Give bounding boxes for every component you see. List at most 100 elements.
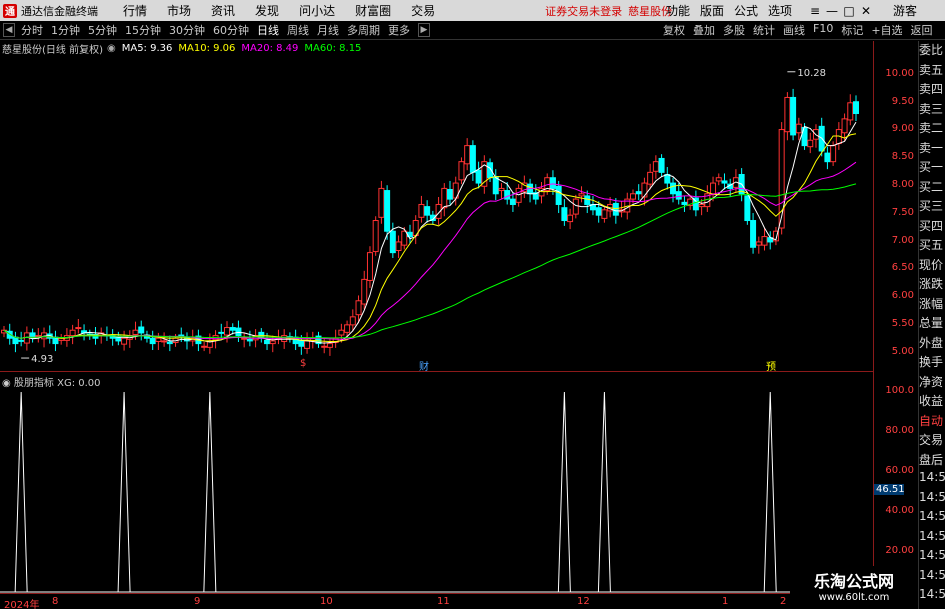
- candle-body: [121, 337, 128, 345]
- side-panel-item: 买五: [919, 238, 944, 252]
- candle-body: [790, 96, 797, 136]
- guest-login[interactable]: 游客: [893, 2, 917, 19]
- candle-body: [344, 324, 351, 333]
- candle-body: [584, 195, 591, 205]
- candle-body: [372, 220, 379, 253]
- candle-body: [69, 329, 76, 337]
- candle-body: [755, 241, 762, 246]
- date-tick: 9: [194, 596, 201, 607]
- side-panel-item: 卖三: [919, 101, 944, 116]
- side-panel-item: 外盘: [919, 335, 944, 350]
- candle-body: [807, 139, 814, 148]
- side-panel-item: 总量: [919, 316, 944, 330]
- side-panel-item: 14:56: [919, 509, 945, 523]
- high-price-label: 10.28: [797, 68, 826, 79]
- candle-body: [647, 171, 654, 185]
- side-panel-item: 盘后: [919, 452, 944, 467]
- candle-body: [269, 340, 276, 345]
- candle-body: [572, 198, 579, 215]
- candle-body: [241, 337, 248, 340]
- price-tick: 6.50: [891, 262, 914, 273]
- candle-body: [366, 252, 373, 281]
- side-panel-item: 买一: [919, 160, 944, 174]
- price-tick: 5.50: [891, 318, 914, 329]
- candle-body: [138, 326, 145, 334]
- watermark-url: www.60lt.com: [818, 592, 890, 603]
- candle-body: [235, 327, 242, 337]
- candle-body: [298, 339, 305, 347]
- candle-body: [629, 193, 636, 200]
- candle-body: [847, 102, 854, 121]
- candle-body: [498, 187, 505, 192]
- indicator-tick: 80.00: [885, 425, 914, 436]
- date-tick: 11: [437, 596, 450, 607]
- ma10-line: [3, 133, 857, 342]
- indicator-axis: 100.0 80.00 60.00 40.00 20.00: [873, 371, 918, 593]
- indicator-spike: [203, 391, 217, 593]
- candle-body: [567, 214, 574, 223]
- indicator-tick: 20.00: [885, 545, 914, 556]
- candle-body: [349, 316, 356, 326]
- side-panel-item: 14:56: [919, 567, 945, 582]
- price-tick: 10.00: [885, 68, 914, 79]
- candle-body: [469, 145, 476, 173]
- candle-body: [698, 203, 705, 208]
- candle-body: [224, 327, 231, 336]
- side-panel-item: 涨跌: [919, 277, 944, 291]
- candle-body: [389, 230, 396, 254]
- side-panel-item: 收益: [919, 394, 944, 408]
- watermark-title: 乐淘公式网: [813, 572, 894, 591]
- candle-body: [447, 188, 454, 200]
- finance-marker[interactable]: 财: [419, 358, 429, 373]
- candle-body: [395, 241, 402, 251]
- date-tick: 1: [722, 596, 729, 607]
- candle-body: [641, 182, 648, 198]
- price-tick: 9.50: [891, 96, 914, 107]
- side-panel-item: 14:56: [919, 489, 945, 504]
- side-panel-item: 买二: [919, 179, 944, 194]
- candle-body: [166, 341, 173, 345]
- back-button[interactable]: 返回: [911, 22, 933, 38]
- candle-body: [710, 182, 717, 195]
- date-tick: 2024年: [4, 600, 40, 609]
- side-panel-item: 卖四: [919, 82, 944, 96]
- candle-body: [744, 195, 751, 222]
- panel-divider[interactable]: [0, 371, 873, 372]
- candle-body: [515, 187, 522, 203]
- candle-body: [161, 340, 168, 343]
- candle-body: [761, 236, 768, 246]
- candle-body: [595, 207, 602, 216]
- candle-body: [664, 174, 671, 184]
- side-panel-item: 委比: [919, 43, 944, 57]
- indicator-tick: 60.00: [885, 465, 914, 476]
- candle-body: [578, 193, 585, 197]
- dividend-marker[interactable]: $: [300, 358, 306, 369]
- indicator-xg: XG: 0.00: [57, 378, 101, 389]
- candle-body: [458, 161, 465, 181]
- side-panel-item: 净资: [919, 374, 944, 389]
- side-panel-item: 卖五: [919, 62, 944, 77]
- indicator-spike: [117, 391, 131, 593]
- candle-body: [721, 180, 728, 184]
- settings-circle-icon[interactable]: ◉: [2, 378, 11, 389]
- candle-body: [464, 145, 471, 165]
- side-panel-item: 交易: [919, 433, 944, 447]
- indicator-tick: 100.0: [885, 385, 914, 396]
- candle-body: [853, 101, 859, 115]
- candle-body: [201, 345, 208, 348]
- add-watchlist-button[interactable]: +自选: [871, 22, 902, 38]
- candle-body: [824, 152, 831, 163]
- candle-body: [841, 118, 848, 134]
- kline-chart[interactable]: 10.28 4.93: [0, 0, 873, 593]
- candle-body: [155, 337, 162, 342]
- side-panel-item: 自动: [919, 413, 944, 428]
- candle-body: [784, 96, 791, 133]
- forecast-marker[interactable]: 预: [766, 358, 776, 373]
- side-panel-item: 买三: [919, 199, 944, 213]
- price-tick: 7.50: [891, 207, 914, 218]
- indicator-header: ◉ 股朋指标 XG: 0.00: [2, 374, 101, 389]
- side-panel-item: 卖一: [919, 140, 944, 155]
- side-panel-item: 卖二: [919, 121, 944, 135]
- indicator-name[interactable]: 股朋指标: [14, 378, 54, 389]
- candle-body: [378, 187, 385, 218]
